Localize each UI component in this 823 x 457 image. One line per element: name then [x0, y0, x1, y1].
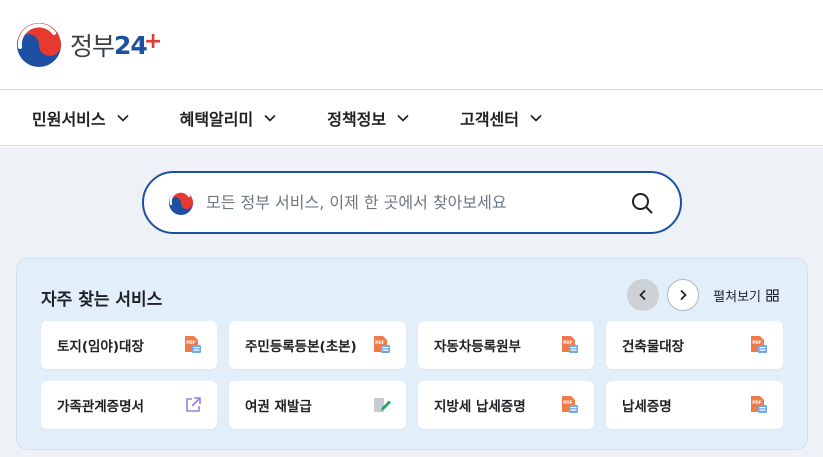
- search-icon: [632, 192, 653, 213]
- logo-korean-text: 정부: [70, 32, 115, 61]
- service-card-label: 지방세 납세증명: [434, 399, 526, 415]
- service-card-passport-reissue[interactable]: 여권 재발급: [229, 381, 406, 429]
- main-content: 자주 찾는 서비스 펼쳐보기 토지(임야)대장: [0, 147, 823, 457]
- pdf-document-icon: PDF: [751, 336, 767, 353]
- service-card-label: 주민등록등본(초본): [245, 339, 357, 355]
- prev-button[interactable]: [627, 279, 660, 311]
- logo-number-text: 24: [114, 30, 148, 60]
- chevron-down-icon: [530, 114, 542, 122]
- chevron-right-icon: [680, 289, 687, 301]
- external-link-icon: [186, 397, 201, 412]
- pdf-document-icon: PDF: [562, 336, 578, 353]
- nav-item-label: 고객센터: [460, 109, 519, 129]
- search-input[interactable]: [206, 193, 628, 212]
- svg-text:PDF: PDF: [375, 340, 385, 345]
- service-card-label: 건축물대장: [622, 339, 685, 355]
- chevron-down-icon: [397, 114, 409, 122]
- svg-text:PDF: PDF: [752, 340, 762, 345]
- site-header: 정부 24 +: [0, 0, 823, 90]
- pdf-document-icon: PDF: [751, 396, 767, 413]
- chevron-down-icon: [264, 114, 276, 122]
- grid-icon: [766, 288, 779, 302]
- pdf-document-icon: PDF: [374, 336, 390, 353]
- frequent-services-title: 자주 찾는 서비스: [41, 290, 163, 310]
- nav-item-label: 민원서비스: [32, 109, 106, 129]
- edit-document-icon: [374, 398, 391, 412]
- service-card-label: 가족관계증명서: [57, 399, 144, 415]
- svg-text:PDF: PDF: [186, 340, 196, 345]
- service-card-vehicle-register[interactable]: 자동차등록원부 PDF: [418, 321, 594, 369]
- frequent-services-controls: 펼쳐보기: [619, 279, 779, 311]
- nav-item-label: 정책정보: [327, 109, 387, 129]
- service-card-resident-register[interactable]: 주민등록등본(초본) PDF: [229, 321, 406, 369]
- search-bar: [142, 171, 682, 234]
- pdf-document-icon: PDF: [185, 336, 201, 353]
- service-card-tax-certificate[interactable]: 납세증명 PDF: [606, 381, 783, 429]
- service-card-local-tax-certificate[interactable]: 지방세 납세증명 PDF: [418, 381, 594, 429]
- chevron-down-icon: [117, 114, 129, 122]
- service-card-family-certificate[interactable]: 가족관계증명서: [41, 381, 217, 429]
- service-card-land-register[interactable]: 토지(임야)대장 PDF: [41, 321, 217, 369]
- svg-text:PDF: PDF: [563, 400, 573, 405]
- logo-plus-text: +: [143, 28, 162, 54]
- nav-item-benefits[interactable]: 혜택알리미: [180, 106, 278, 130]
- service-card-label: 여권 재발급: [245, 399, 312, 415]
- next-button[interactable]: [667, 279, 700, 311]
- service-card-label: 납세증명: [622, 399, 672, 415]
- frequent-services-panel: 자주 찾는 서비스 펼쳐보기 토지(임야)대장 PDF 주민등록등본(초본) P…: [16, 258, 808, 450]
- expand-all-label: 펼쳐보기: [713, 289, 761, 305]
- svg-text:PDF: PDF: [752, 400, 762, 405]
- nav-item-policy[interactable]: 정책정보: [327, 106, 410, 130]
- nav-item-civil-services[interactable]: 민원서비스: [32, 106, 130, 130]
- nav-item-customer-center[interactable]: 고객센터: [460, 106, 543, 130]
- taegeuk-emblem-icon: [169, 189, 193, 215]
- service-card-grid: 토지(임야)대장 PDF 주민등록등본(초본) PDF 자동차등록원부 PDF …: [41, 321, 783, 429]
- pdf-document-icon: PDF: [562, 396, 578, 413]
- nav-item-label: 혜택알리미: [179, 109, 254, 129]
- chevron-left-icon: [639, 289, 646, 301]
- logo-wordmark: 정부 24 +: [70, 27, 162, 63]
- svg-text:PDF: PDF: [563, 340, 573, 345]
- expand-all-button[interactable]: 펼쳐보기: [713, 286, 779, 305]
- taegeuk-emblem-icon: [17, 23, 61, 67]
- main-navigation: 민원서비스 혜택알리미 정책정보 고객센터: [0, 90, 823, 146]
- service-card-label: 자동차등록원부: [434, 339, 521, 355]
- service-card-building-register[interactable]: 건축물대장 PDF: [606, 321, 783, 369]
- gov24-logo[interactable]: 정부 24 +: [16, 22, 162, 68]
- search-button[interactable]: [628, 189, 656, 217]
- service-card-label: 토지(임야)대장: [57, 339, 144, 355]
